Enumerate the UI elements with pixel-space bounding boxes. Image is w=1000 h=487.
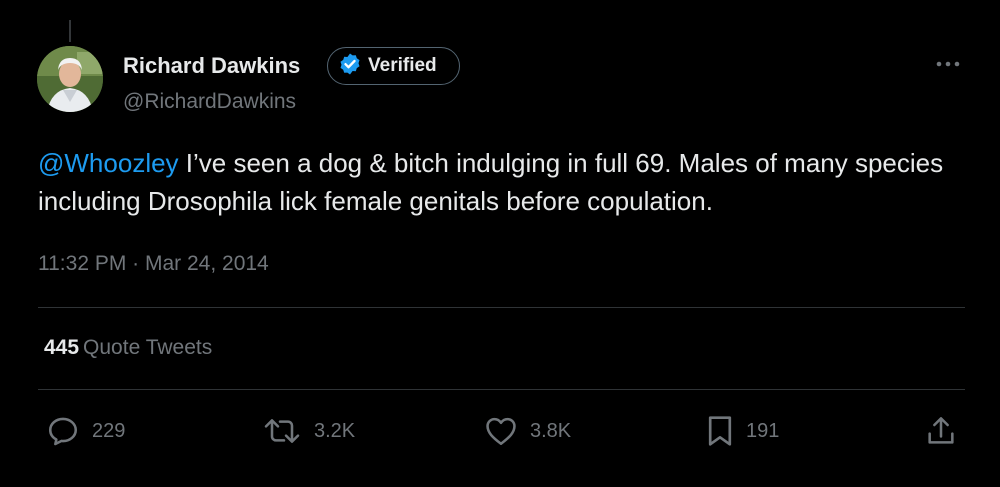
author-display-name[interactable]: Richard Dawkins <box>123 53 300 79</box>
verified-label: Verified <box>368 55 437 76</box>
share-icon <box>926 415 956 447</box>
like-count: 3.8K <box>530 419 572 442</box>
avatar[interactable] <box>37 46 103 112</box>
avatar-photo <box>37 46 103 112</box>
quote-label: Quote Tweets <box>83 336 213 359</box>
author-handle[interactable]: @RichardDawkins <box>123 90 296 114</box>
reply-icon <box>46 414 80 448</box>
bookmark-count: 191 <box>746 419 780 442</box>
reply-count: 229 <box>92 419 126 442</box>
more-options-button[interactable] <box>931 50 965 78</box>
tweet-timestamp[interactable]: 11:32 PM · Mar 24, 2014 <box>38 252 269 276</box>
reply-button[interactable]: 229 <box>46 413 125 449</box>
verified-badge-icon <box>338 52 362 81</box>
quote-tweets-link[interactable]: 445 Quote Tweets <box>44 336 212 360</box>
mention-link[interactable]: @Whoozley <box>38 148 179 178</box>
bookmark-icon <box>706 414 734 448</box>
like-button[interactable]: 3.8K <box>484 413 571 449</box>
retweet-icon <box>262 415 302 447</box>
retweet-count: 3.2K <box>314 419 356 442</box>
tweet-text: @Whoozley I’ve seen a dog & bitch indulg… <box>38 144 968 220</box>
divider <box>38 389 965 390</box>
retweet-button[interactable]: 3.2K <box>262 413 355 449</box>
quote-count: 445 <box>44 336 80 359</box>
like-icon <box>484 415 518 447</box>
divider <box>38 307 965 308</box>
share-button[interactable] <box>926 413 956 449</box>
verified-badge-button[interactable]: Verified <box>327 47 460 85</box>
more-icon <box>935 55 961 73</box>
thread-connector-line <box>69 20 71 42</box>
bookmark-button[interactable]: 191 <box>706 413 779 449</box>
